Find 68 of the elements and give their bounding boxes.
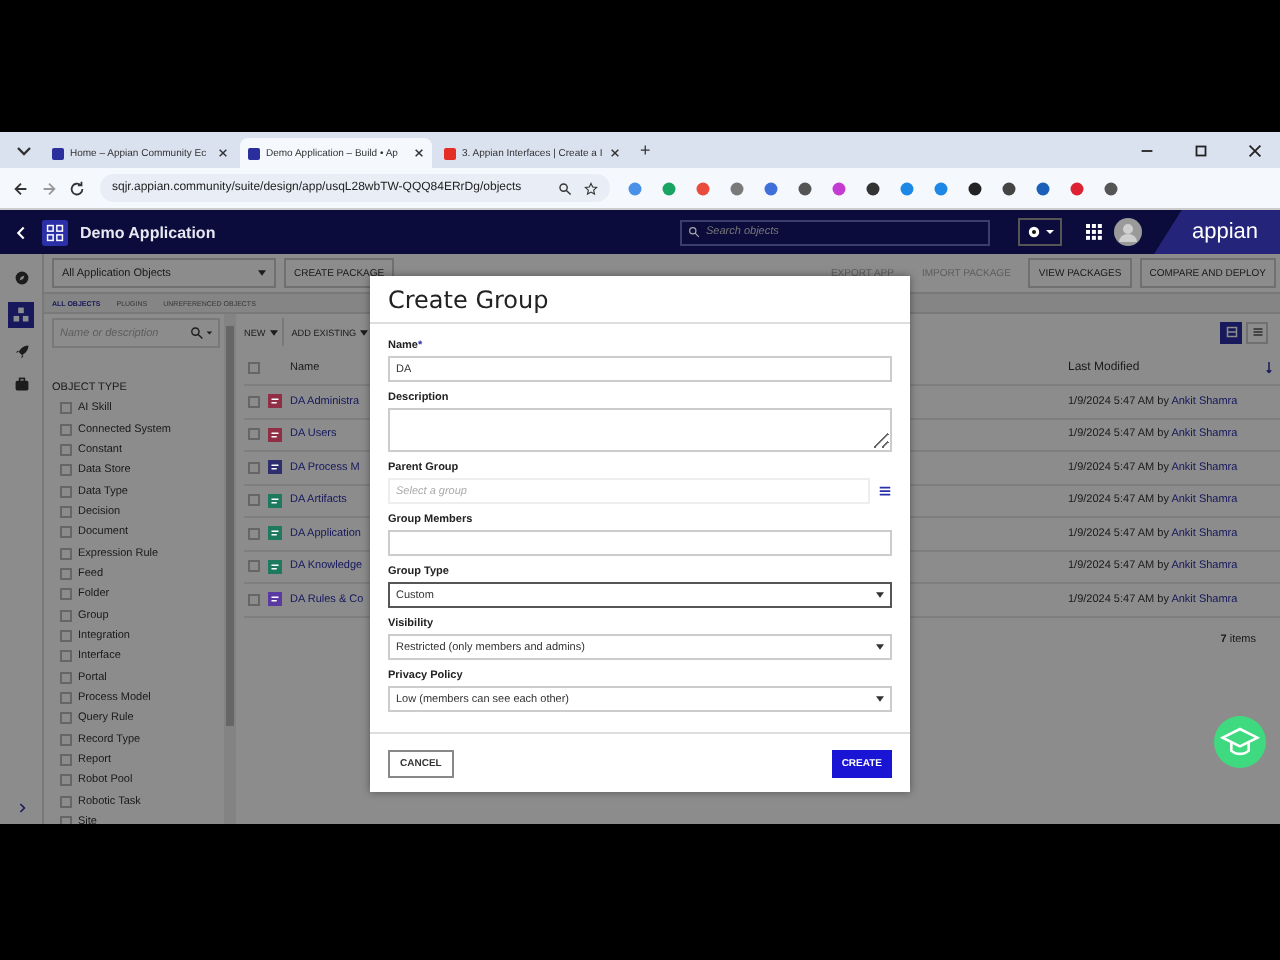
back-icon[interactable] — [12, 179, 30, 197]
reload-icon[interactable] — [68, 179, 86, 197]
settings-icon[interactable] — [1018, 218, 1062, 246]
list-view-button[interactable] — [1246, 321, 1268, 343]
forward-icon[interactable] — [40, 179, 58, 197]
sort-arrow-icon[interactable] — [1266, 361, 1272, 373]
toolbox-icon[interactable] — [13, 376, 29, 392]
checkbox[interactable] — [60, 588, 72, 601]
checkbox[interactable] — [60, 733, 72, 746]
grid-icon — [1225, 326, 1237, 338]
row-checkbox[interactable] — [248, 395, 260, 408]
caret-icon — [269, 329, 278, 335]
checkbox[interactable] — [60, 567, 72, 580]
checkbox[interactable] — [60, 609, 72, 622]
new-tab-button[interactable]: + — [632, 140, 659, 160]
list-icon — [1251, 326, 1263, 338]
checkbox[interactable] — [60, 774, 72, 787]
user-avatar[interactable] — [1114, 218, 1142, 246]
apps-grid-icon[interactable] — [1086, 224, 1102, 240]
maximize-icon[interactable] — [1192, 141, 1210, 159]
checkbox[interactable] — [60, 485, 72, 498]
application-icon — [42, 219, 68, 245]
caret-icon — [876, 696, 884, 702]
search-dropdown-icon[interactable] — [188, 326, 214, 340]
row-checkbox[interactable] — [248, 593, 260, 606]
caret-icon — [876, 592, 884, 598]
checkbox[interactable] — [60, 650, 72, 663]
close-icon[interactable] — [414, 148, 424, 158]
checkbox[interactable] — [60, 505, 72, 518]
select-all-checkbox[interactable] — [248, 361, 260, 373]
caret-icon — [258, 270, 266, 276]
grid-view-button[interactable] — [1220, 321, 1242, 343]
description-field[interactable] — [388, 408, 892, 452]
search-icon — [688, 226, 700, 238]
caret-icon — [360, 329, 369, 335]
row-checkbox[interactable] — [248, 560, 260, 573]
list-icon[interactable] — [878, 484, 892, 498]
dialog-title: Create Group — [370, 276, 910, 324]
checkbox[interactable] — [60, 671, 72, 684]
appian-logo: appian — [1154, 210, 1280, 254]
checkbox[interactable] — [60, 629, 72, 642]
checkbox[interactable] — [60, 691, 72, 704]
row-checkbox[interactable] — [248, 494, 260, 507]
checkbox[interactable] — [60, 443, 72, 456]
graduation-cap-button[interactable] — [1214, 716, 1266, 768]
checkbox[interactable] — [60, 423, 72, 436]
back-icon[interactable] — [12, 223, 30, 241]
caret-icon — [876, 644, 884, 650]
close-icon[interactable] — [218, 148, 228, 158]
close-icon[interactable] — [1246, 141, 1264, 159]
text-field[interactable] — [388, 530, 892, 556]
checkbox[interactable] — [60, 464, 72, 477]
row-checkbox[interactable] — [248, 428, 260, 441]
rocket-icon[interactable] — [13, 344, 29, 360]
row-checkbox[interactable] — [248, 527, 260, 540]
application-title: Demo Application — [80, 223, 216, 241]
row-checkbox[interactable] — [248, 461, 260, 474]
close-icon[interactable] — [610, 148, 620, 158]
checkbox[interactable] — [60, 526, 72, 539]
checkbox[interactable] — [60, 547, 72, 560]
compass-icon[interactable] — [13, 270, 29, 286]
checkbox[interactable] — [60, 754, 72, 767]
tab-list-icon[interactable] — [16, 142, 32, 158]
scrollbar[interactable] — [224, 314, 236, 824]
checkbox[interactable] — [60, 712, 72, 725]
checkbox[interactable] — [60, 402, 72, 415]
objects-icon[interactable] — [8, 302, 34, 328]
checkbox[interactable] — [60, 795, 72, 808]
